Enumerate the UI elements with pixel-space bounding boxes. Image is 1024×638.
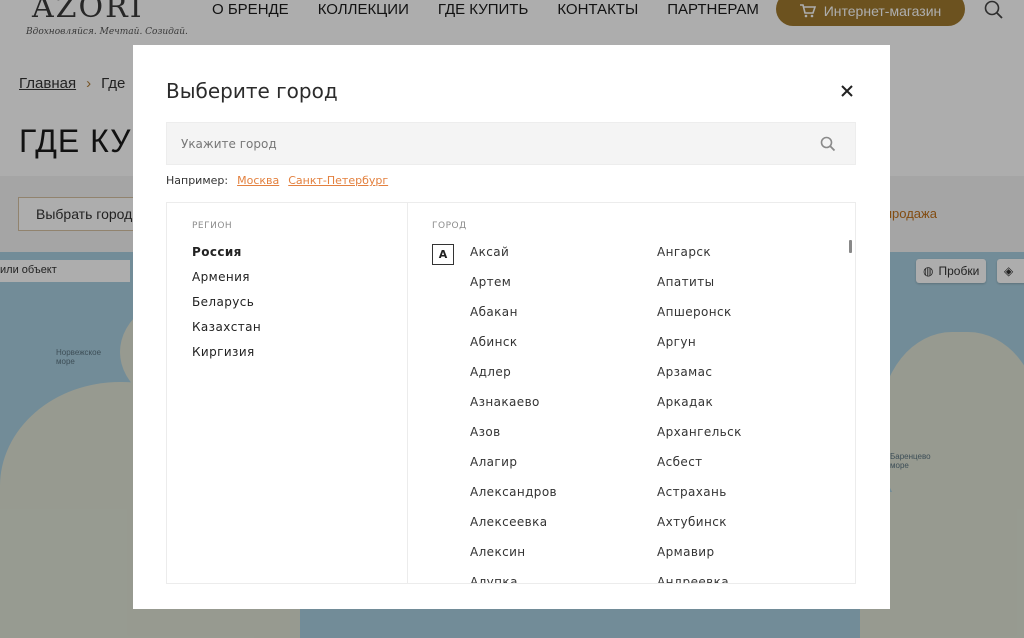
city-item[interactable]: Алексеевка [470,515,557,545]
city-item[interactable]: Абинск [470,335,557,365]
city-item[interactable]: Алексин [470,545,557,575]
city-item[interactable]: Абакан [470,305,557,335]
city-item[interactable]: Андреевка [657,575,742,583]
modal-title: Выберите город [166,79,338,103]
close-button[interactable] [836,80,858,102]
region-item[interactable]: Киргизия [192,345,261,370]
city-item[interactable]: Аксай [470,245,557,275]
city-item[interactable]: Аркадак [657,395,742,425]
city-item[interactable]: Алагир [470,455,557,485]
city-item[interactable]: Асбест [657,455,742,485]
city-item[interactable]: Александров [470,485,557,515]
examples-line: Например: Москва Санкт-Петербург [166,174,388,187]
city-header: ГОРОД [432,221,467,231]
region-item[interactable]: Казахстан [192,320,261,345]
city-item[interactable]: Астрахань [657,485,742,515]
region-list: Россия Армения Беларусь Казахстан Киргизия [192,245,261,370]
example-spb-link[interactable]: Санкт-Петербург [288,174,388,187]
city-item[interactable]: Алупка [470,575,557,583]
city-picker-modal: Выберите город Например: Москва Санкт-Пе… [133,45,890,609]
region-item[interactable]: Армения [192,270,261,295]
city-item[interactable]: Ангарск [657,245,742,275]
letter-badge: А [432,244,454,265]
city-item[interactable]: Артем [470,275,557,305]
city-item[interactable]: Ахтубинск [657,515,742,545]
city-search-box [166,122,856,165]
column-divider [407,203,408,583]
city-search-input[interactable] [167,123,807,164]
city-list-col2: Ангарск Апатиты Апшеронск Аргун Арзамас Аркад… [657,245,742,583]
city-item[interactable]: Азнакаево [470,395,557,425]
city-item[interactable]: Архангельск [657,425,742,455]
city-item[interactable]: Апшеронск [657,305,742,335]
city-item[interactable]: Апатиты [657,275,742,305]
city-item[interactable]: Арзамас [657,365,742,395]
city-item[interactable]: Азов [470,425,557,455]
city-item[interactable]: Адлер [470,365,557,395]
scrollbar-thumb[interactable] [849,240,852,253]
close-icon [841,85,853,97]
region-item[interactable]: Беларусь [192,295,261,320]
search-icon[interactable] [820,136,836,152]
region-item[interactable]: Россия [192,245,261,270]
city-item[interactable]: Армавир [657,545,742,575]
city-item[interactable]: Аргун [657,335,742,365]
examples-label: Например: [166,174,229,187]
example-moscow-link[interactable]: Москва [237,174,279,187]
location-panel: РЕГИОН ГОРОД Россия Армения Беларусь Казахс… [166,202,856,584]
city-list-col1: Аксай Артем Абакан Абинск Адлер Азнакаево Азов… [470,245,557,583]
region-header: РЕГИОН [192,221,233,231]
